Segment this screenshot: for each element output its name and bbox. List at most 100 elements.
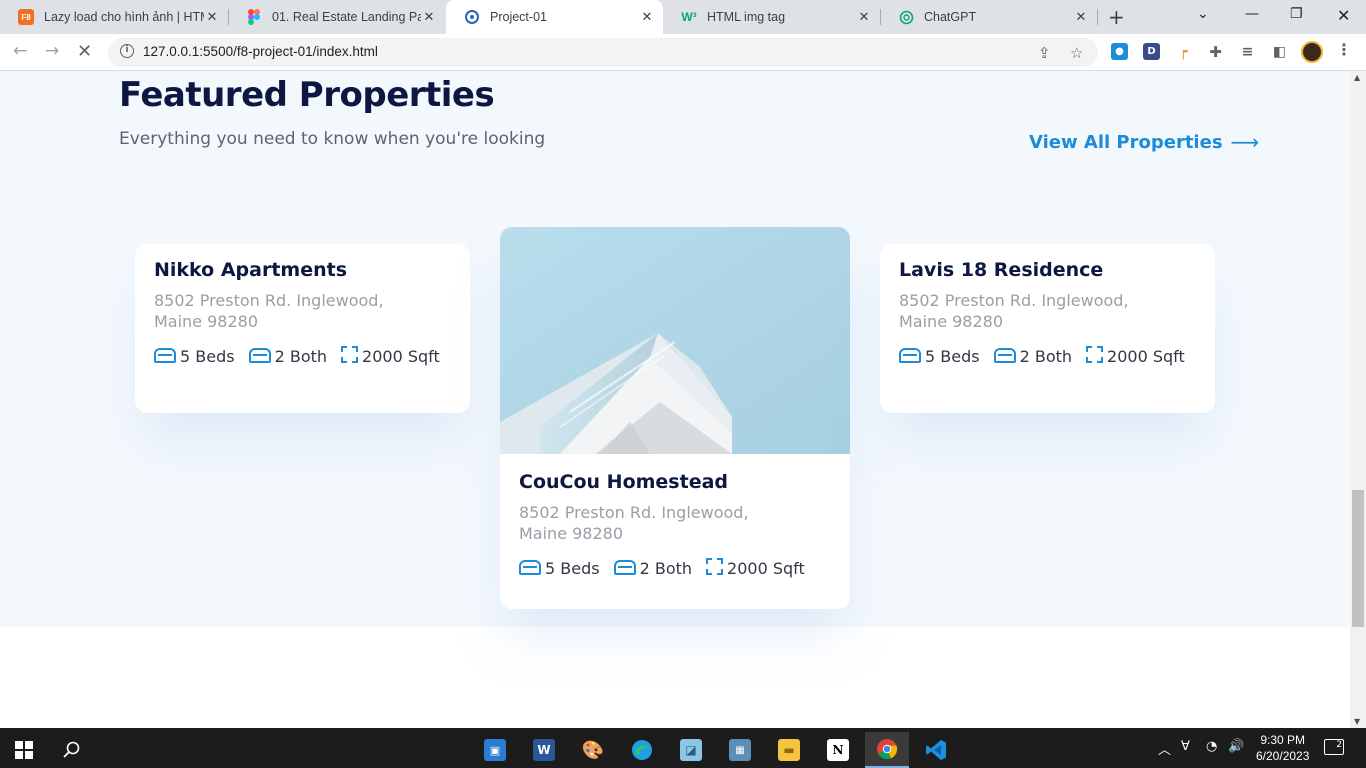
- taskbar-app-vscode[interactable]: [914, 732, 958, 768]
- profile-avatar[interactable]: [1301, 41, 1323, 63]
- view-all-label: View All Properties: [1029, 131, 1223, 153]
- figma-favicon-icon: [246, 9, 262, 25]
- stop-loading-icon[interactable]: ✕: [77, 41, 92, 62]
- tray-vpn-icon[interactable]: ∀: [1181, 739, 1190, 754]
- bed-icon: [519, 560, 541, 575]
- property-name[interactable]: Nikko Apartments: [154, 259, 450, 281]
- baths-count: 2 Both: [274, 347, 328, 366]
- property-card[interactable]: Lavis 18 Residence 8502 Preston Rd. Ingl…: [880, 244, 1215, 413]
- dropper-extension-icon[interactable]: ●: [1111, 43, 1128, 60]
- tray-overflow-chevron-icon[interactable]: ︿: [1158, 739, 1171, 758]
- view-all-properties-link[interactable]: View All Properties ⟶: [1029, 130, 1259, 154]
- property-features: 5 Beds 2 Both 2000 Sqft: [519, 558, 830, 577]
- bookmark-star-icon[interactable]: ☆: [1070, 44, 1083, 62]
- f8-favicon-icon: F8: [18, 9, 34, 25]
- url-text[interactable]: 127.0.0.1:5500/f8-project-01/index.html: [143, 44, 378, 59]
- close-tab-icon[interactable]: ✕: [639, 9, 655, 25]
- system-clock[interactable]: 9:30 PM 6/20/2023: [1256, 732, 1309, 764]
- tab-separator: [1097, 9, 1098, 25]
- forward-arrow-icon[interactable]: →: [45, 41, 59, 61]
- folder-icon: ▬: [778, 739, 800, 761]
- taskbar-app-chrome[interactable]: [865, 732, 909, 768]
- page-viewport: Featured Properties Everything you need …: [0, 71, 1350, 728]
- area-icon: [706, 558, 724, 575]
- area-size: 2000 Sqft: [1107, 347, 1185, 366]
- taskbar-app-calculator[interactable]: ▦: [718, 732, 762, 768]
- property-features: 5 Beds 2 Both 2000 Sqft: [899, 346, 1195, 365]
- tab-title: Lazy load cho hình ảnh | HTM: [44, 10, 204, 24]
- taskbar-app-remote-desktop[interactable]: ▣: [473, 732, 517, 768]
- long-arrow-right-icon: ⟶: [1230, 130, 1260, 154]
- property-address: 8502 Preston Rd. Inglewood, Maine 98280: [899, 291, 1129, 331]
- tab-lazy-load[interactable]: F8 Lazy load cho hình ảnh | HTM ✕: [0, 0, 228, 34]
- tab-html-img[interactable]: W³ HTML img tag ✕: [663, 0, 880, 34]
- w3schools-favicon-icon: W³: [681, 10, 697, 24]
- d-extension-icon[interactable]: D: [1143, 43, 1160, 60]
- share-icon[interactable]: ⇪: [1038, 44, 1051, 62]
- page-scrollbar[interactable]: ▲ ▼: [1350, 71, 1366, 728]
- area-size: 2000 Sqft: [362, 347, 440, 366]
- property-address: 8502 Preston Rd. Inglewood, Maine 98280: [154, 291, 384, 331]
- clock-time: 9:30 PM: [1260, 733, 1306, 747]
- tab-chatgpt[interactable]: ChatGPT ✕: [880, 0, 1097, 34]
- bath-icon: [248, 348, 271, 363]
- close-tab-icon[interactable]: ✕: [1073, 9, 1089, 25]
- baths-count: 2 Both: [1019, 347, 1073, 366]
- wifi-icon[interactable]: ◔: [1206, 739, 1217, 754]
- scroll-up-arrow-icon[interactable]: ▲: [1354, 73, 1360, 82]
- taskbar-app-edge[interactable]: [620, 732, 664, 768]
- volume-icon[interactable]: 🔊: [1228, 739, 1244, 754]
- tab-figma[interactable]: 01. Real Estate Landing Page ✕: [228, 0, 445, 34]
- bath-icon: [993, 348, 1016, 363]
- bed-icon: [899, 348, 921, 363]
- restore-button[interactable]: ❐: [1290, 6, 1303, 22]
- ruler-extension-icon[interactable]: ┍: [1175, 43, 1192, 60]
- chrome-icon: [877, 739, 898, 760]
- omnibox[interactable]: i 127.0.0.1:5500/f8-project-01/index.htm…: [108, 38, 1098, 67]
- tab-project-01[interactable]: Project-01 ✕: [446, 0, 663, 34]
- taskbar-app-file-explorer[interactable]: ▬: [767, 732, 811, 768]
- extensions-puzzle-icon[interactable]: ✚: [1207, 43, 1224, 61]
- tab-title: 01. Real Estate Landing Page: [272, 10, 421, 24]
- scrollbar-thumb[interactable]: [1352, 490, 1364, 627]
- property-name[interactable]: Lavis 18 Residence: [899, 259, 1195, 281]
- taskbar-app-word[interactable]: W: [522, 732, 566, 768]
- clock-date: 6/20/2023: [1256, 749, 1310, 763]
- close-tab-icon[interactable]: ✕: [421, 9, 437, 25]
- minimize-button[interactable]: —: [1245, 6, 1259, 22]
- property-image[interactable]: [500, 227, 850, 454]
- notification-center-button[interactable]: 2: [1324, 739, 1344, 755]
- media-control-icon[interactable]: ≡: [1239, 43, 1256, 60]
- area-icon: [341, 346, 359, 363]
- area-icon: [1086, 346, 1104, 363]
- property-card[interactable]: Nikko Apartments 8502 Preston Rd. Inglew…: [135, 244, 470, 413]
- site-info-icon[interactable]: i: [120, 44, 134, 58]
- property-address: 8502 Preston Rd. Inglewood, Maine 98280: [519, 503, 749, 543]
- taskbar-app-snipping[interactable]: ◪: [669, 732, 713, 768]
- windows-logo-icon: [15, 741, 33, 759]
- section-heading: Featured Properties: [119, 75, 495, 115]
- edge-icon: [632, 740, 652, 760]
- start-button[interactable]: [2, 732, 46, 768]
- notification-count: 2: [1336, 740, 1342, 750]
- property-features: 5 Beds 2 Both 2000 Sqft: [154, 346, 450, 365]
- new-tab-button[interactable]: +: [1108, 5, 1125, 29]
- property-name[interactable]: CouCou Homestead: [519, 471, 830, 493]
- side-panel-icon[interactable]: ◧: [1271, 43, 1288, 60]
- close-tab-icon[interactable]: ✕: [204, 9, 220, 25]
- scroll-down-arrow-icon[interactable]: ▼: [1354, 717, 1360, 726]
- building-photo: [500, 227, 850, 454]
- word-icon: W: [533, 739, 555, 761]
- taskbar-app-notion[interactable]: N: [816, 732, 860, 768]
- browser-menu-icon[interactable]: ⋮: [1336, 40, 1352, 59]
- tab-title: Project-01: [490, 10, 547, 24]
- tab-search-icon[interactable]: ⌄: [1197, 6, 1209, 22]
- notion-icon: N: [827, 739, 849, 761]
- back-arrow-icon[interactable]: ←: [13, 41, 27, 61]
- close-window-button[interactable]: ✕: [1337, 6, 1350, 25]
- search-button[interactable]: [50, 732, 94, 768]
- property-card-featured[interactable]: CouCou Homestead 8502 Preston Rd. Inglew…: [500, 227, 850, 609]
- taskbar-app-paint[interactable]: 🎨: [571, 732, 615, 768]
- close-tab-icon[interactable]: ✕: [856, 9, 872, 25]
- section-subheading: Everything you need to know when you're …: [119, 129, 546, 149]
